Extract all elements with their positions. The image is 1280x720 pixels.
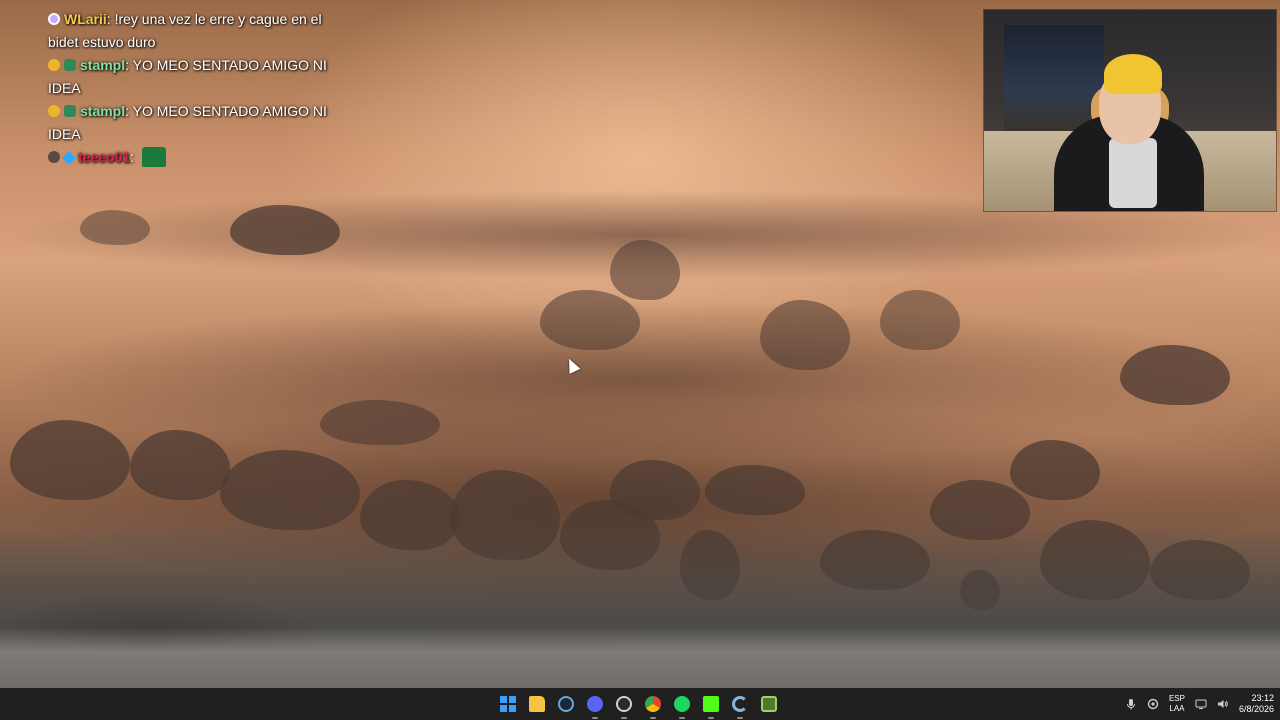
wildebeest (80, 210, 150, 245)
language-code: ESP (1168, 694, 1185, 703)
game-app-button[interactable] (757, 692, 781, 716)
clock-date: 6/8/2026 (1238, 704, 1274, 714)
network-icon[interactable] (1195, 698, 1207, 710)
taskbar: ESP LAA 23:12 6/8/2026 (0, 688, 1280, 720)
start-button[interactable] (496, 692, 520, 716)
file-explorer-button[interactable] (525, 692, 549, 716)
webcam-overlay (984, 10, 1276, 211)
obs-button[interactable] (612, 692, 636, 719)
chat-username: WLarii (64, 11, 107, 27)
chat-separator: : (125, 57, 133, 73)
kick-button[interactable] (699, 692, 723, 719)
wildebeest (540, 290, 640, 350)
spotify-icon (674, 696, 690, 712)
chat-separator: : (125, 103, 133, 119)
yellow-beanie (1104, 54, 1162, 94)
chat-username: stampl (80, 103, 126, 119)
chat-message: teeeo01: (48, 146, 348, 169)
chrome-button[interactable] (641, 692, 665, 719)
clock-time: 23:12 (1251, 693, 1274, 703)
chat-username: stampl (80, 57, 126, 73)
wildebeest (880, 290, 960, 350)
c-app-icon (732, 696, 748, 712)
volume-icon[interactable] (1217, 698, 1229, 710)
smiley-badge-icon (48, 105, 60, 117)
steam-icon (558, 696, 574, 712)
c-app-button[interactable] (728, 692, 752, 719)
spotify-button[interactable] (670, 692, 694, 719)
bot-badge-icon (64, 105, 76, 117)
folder-icon (529, 696, 545, 712)
input-language-indicator[interactable]: ESP LAA (1169, 694, 1185, 714)
kick-icon (703, 696, 719, 712)
microphone-icon[interactable] (1125, 698, 1137, 710)
smiley-badge-icon (48, 59, 60, 71)
hoodie-print (1109, 138, 1157, 208)
chat-separator: : (106, 11, 115, 27)
river (0, 628, 1280, 688)
obs-icon (616, 696, 632, 712)
chat-username: teeeo01 (78, 149, 131, 165)
bot-badge-icon (64, 59, 76, 71)
stream-chat-overlay: WLarii: !rey una vez le erre y cague en … (48, 8, 348, 169)
taskbar-apps (496, 688, 781, 720)
chat-message: WLarii: !rey una vez le erre y cague en … (48, 8, 348, 54)
webcam-background-window (1004, 25, 1104, 135)
chat-message: stampl: YO MEO SENTADO AMIGO NI IDEA (48, 100, 348, 146)
keyboard-layout-code: LAA (1169, 704, 1185, 713)
discord-button[interactable] (583, 692, 607, 719)
game-app-icon (761, 696, 777, 712)
skull-badge-icon (48, 151, 60, 163)
system-tray: ESP LAA 23:12 6/8/2026 (1125, 688, 1274, 720)
chat-separator: : (130, 149, 138, 165)
green-emote-icon (141, 147, 166, 167)
windows-start-icon (500, 696, 516, 712)
gem-badge-icon (61, 150, 77, 166)
tray-app-icon[interactable] (1147, 698, 1159, 710)
sub-badge-icon (48, 13, 60, 25)
chrome-icon (645, 696, 661, 712)
discord-icon (587, 696, 603, 712)
chat-message: stampl: YO MEO SENTADO AMIGO NI IDEA (48, 54, 348, 100)
clock[interactable]: 23:12 6/8/2026 (1239, 693, 1274, 715)
steam-button[interactable] (554, 692, 578, 716)
